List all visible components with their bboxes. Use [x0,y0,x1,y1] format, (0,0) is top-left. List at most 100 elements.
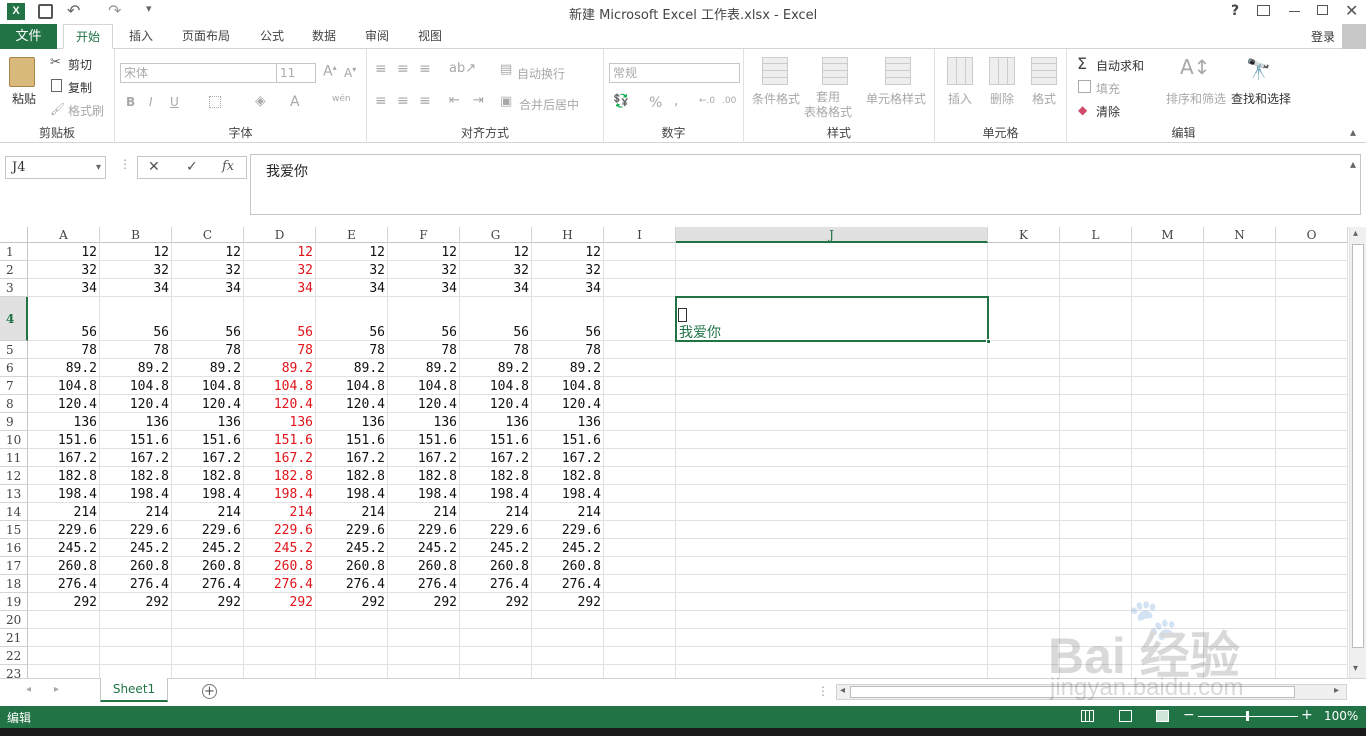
grid-cell[interactable] [676,629,988,647]
grid-cell[interactable]: 89.2 [172,359,244,377]
grid-cell[interactable]: 292 [388,593,460,611]
grid-cell[interactable] [988,359,1060,377]
grid-cell[interactable]: 198.4 [532,485,604,503]
grid-cell[interactable] [244,629,316,647]
grid-cell[interactable]: 120.4 [316,395,388,413]
active-cell[interactable]: 我爱你 [675,296,991,344]
grid-cell[interactable] [100,665,172,678]
grid-cell[interactable]: 78 [316,341,388,359]
grid-cell[interactable]: 34 [244,279,316,297]
row-header[interactable]: 20 [0,611,28,629]
grid-cell[interactable] [676,261,988,279]
grid-cell[interactable]: 276.4 [532,575,604,593]
grid-cell[interactable] [100,647,172,665]
grid-cell[interactable]: 292 [460,593,532,611]
format-cells-button[interactable]: 格式 [1032,90,1056,107]
grid-cell[interactable] [532,647,604,665]
grid-cell[interactable] [676,503,988,521]
column-header[interactable]: A [28,227,100,243]
grid-cell[interactable]: 34 [388,279,460,297]
row-header[interactable]: 11 [0,449,28,467]
grid-cell[interactable] [676,485,988,503]
grid-cell[interactable] [1060,575,1132,593]
column-header[interactable]: F [388,227,460,243]
tab-review[interactable]: 审阅 [357,24,397,49]
align-right-icon[interactable]: ≡ [419,93,431,109]
grid-cell[interactable]: 32 [460,261,532,279]
grid-cell[interactable] [604,539,676,557]
grid-cell[interactable] [604,557,676,575]
grid-cell[interactable]: 12 [28,243,100,261]
grid-cell[interactable] [1060,611,1132,629]
grid-cell[interactable]: 276.4 [316,575,388,593]
fill-button[interactable]: 填充 [1096,80,1120,97]
grid-cell[interactable] [1132,413,1204,431]
grid-cell[interactable] [1204,279,1276,297]
grid-cell[interactable]: 56 [316,297,388,341]
grid-cell[interactable] [604,485,676,503]
insert-cells-icon[interactable] [947,57,973,85]
normal-view-icon[interactable] [1081,710,1094,722]
decrease-indent-icon[interactable]: ⇤ [449,93,460,108]
grid-cell[interactable]: 34 [460,279,532,297]
avatar[interactable] [1342,24,1366,49]
grid-cell[interactable] [676,467,988,485]
grid-cell[interactable] [1204,611,1276,629]
grid-cell[interactable]: 34 [172,279,244,297]
grid-cell[interactable] [604,521,676,539]
merge-center-button[interactable]: 合并后居中 [519,96,579,113]
grid-cell[interactable]: 56 [460,297,532,341]
grid-cell[interactable] [676,539,988,557]
row-header[interactable]: 21 [0,629,28,647]
grid-cell[interactable]: 214 [28,503,100,521]
grid-cell[interactable] [676,665,988,678]
grid-cell[interactable]: 198.4 [172,485,244,503]
tab-view[interactable]: 视图 [410,24,450,49]
grid-cell[interactable] [676,431,988,449]
insert-function-button[interactable]: fx [222,159,234,174]
grid-cell[interactable]: 104.8 [28,377,100,395]
grid-cell[interactable] [604,377,676,395]
row-header[interactable]: 3 [0,279,28,297]
grid-cell[interactable]: 245.2 [532,539,604,557]
grid-cell[interactable] [676,359,988,377]
grid-cell[interactable]: 214 [388,503,460,521]
grid-cell[interactable]: 78 [388,341,460,359]
grid-cell[interactable] [604,243,676,261]
grid-cell[interactable] [1132,665,1204,678]
grid-cell[interactable] [1060,503,1132,521]
row-header[interactable]: 10 [0,431,28,449]
grid-cell[interactable] [1204,521,1276,539]
grid-cell[interactable] [1204,261,1276,279]
cell-styles-button[interactable]: 单元格样式 [866,90,926,107]
grid-cell[interactable]: 229.6 [172,521,244,539]
grid-cell[interactable]: 245.2 [100,539,172,557]
autosum-button[interactable]: 自动求和 [1096,57,1144,74]
grid-cell[interactable]: 167.2 [460,449,532,467]
grid-cell[interactable]: 136 [388,413,460,431]
new-sheet-icon[interactable]: + [202,684,217,699]
grid-cell[interactable] [988,413,1060,431]
fill-handle[interactable] [986,339,991,344]
grid-cell[interactable]: 245.2 [460,539,532,557]
grid-cell[interactable]: 151.6 [172,431,244,449]
number-format-combo[interactable]: 常规 [609,63,740,83]
page-break-view-icon[interactable] [1156,710,1169,722]
grid-cell[interactable] [1276,279,1348,297]
grid-cell[interactable] [1060,629,1132,647]
page-layout-view-icon[interactable] [1119,710,1132,722]
grid-cell[interactable] [604,611,676,629]
grid-cell[interactable] [1060,243,1132,261]
grid-cell[interactable]: 214 [532,503,604,521]
grid-cell[interactable]: 136 [460,413,532,431]
grid-cell[interactable] [988,521,1060,539]
grid-cell[interactable]: 292 [244,593,316,611]
grid-cell[interactable]: 260.8 [100,557,172,575]
bold-button[interactable]: B [126,95,135,109]
grid-cell[interactable]: 260.8 [532,557,604,575]
merge-center-icon[interactable]: ▣ [500,94,512,109]
grid-cell[interactable] [460,611,532,629]
grid-cell[interactable] [604,341,676,359]
format-cells-icon[interactable] [1031,57,1057,85]
grid-cell[interactable]: 214 [460,503,532,521]
